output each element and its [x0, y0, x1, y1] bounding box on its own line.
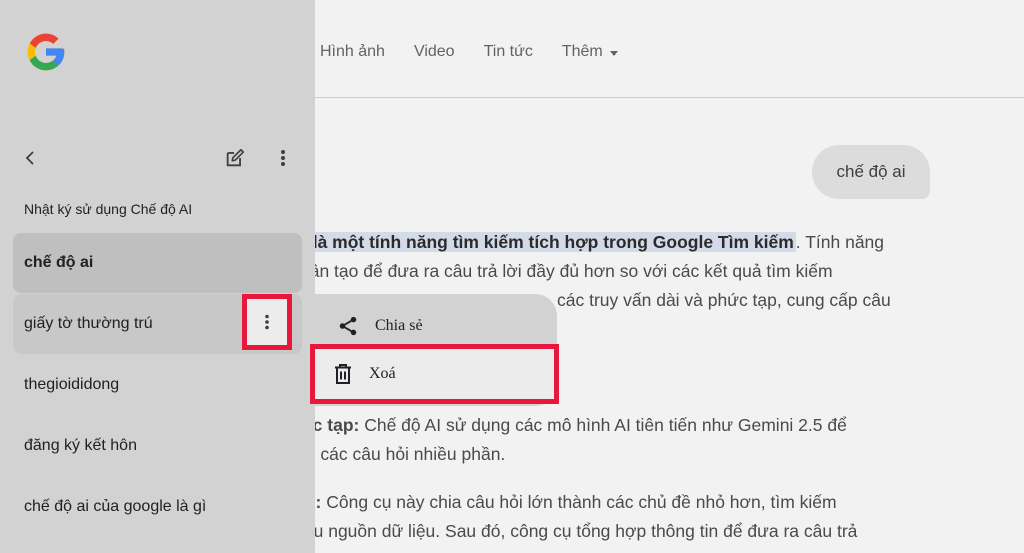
history-item-3[interactable]: thegioididong [13, 355, 302, 415]
delete-menu-item[interactable]: Xoá [310, 344, 559, 404]
trash-icon [331, 362, 355, 386]
answer-text: Công cụ này chia câu hỏi lớn thành các c… [321, 492, 837, 512]
answer-line: rõ các câu hỏi nhiều phần. [300, 444, 506, 464]
history-item-1[interactable]: chế độ ai [13, 233, 302, 293]
caret-down-icon [609, 50, 618, 56]
answer-line: iều nguồn dữ liệu. Sau đó, công cụ tổng … [300, 521, 858, 541]
tab-images[interactable]: Hình ảnh [320, 43, 385, 61]
history-title: Nhật ký sử dụng Chế độ AI [24, 201, 193, 217]
chevron-left-icon [25, 151, 34, 165]
answer-line-1: ) là một tính năng tìm kiếm tích hợp tro… [300, 228, 940, 257]
answer-text: . Tính năng [795, 232, 885, 252]
user-query-bubble: chế độ ai [812, 145, 930, 199]
answer-line-2: hân tạo để đưa ra câu trả lời đầy đủ hơn… [300, 261, 833, 281]
back-button[interactable] [18, 146, 42, 170]
history-item-label: chế độ ai của google là gì [24, 498, 207, 515]
more-vertical-icon [265, 314, 269, 330]
tab-news[interactable]: Tin tức [484, 43, 533, 61]
history-item-menu: Chia sẻ Xoá [310, 294, 559, 406]
answer-text: Chế độ AI sử dụng các mô hình AI tiên ti… [359, 415, 847, 435]
share-menu-item[interactable]: Chia sẻ [315, 304, 557, 348]
more-vertical-icon [281, 150, 285, 166]
new-chat-button[interactable] [222, 145, 248, 171]
share-label: Chia sẻ [375, 317, 423, 334]
history-item-label: giấy tờ thường trú [24, 315, 153, 332]
history-item-more-button[interactable] [242, 294, 292, 350]
history-item-4[interactable]: đăng ký kết hôn [13, 416, 302, 476]
share-icon [336, 314, 360, 338]
edit-icon [226, 148, 245, 167]
google-logo-icon[interactable] [24, 30, 68, 74]
tab-video[interactable]: Video [414, 43, 455, 61]
history-list: chế độ ai giấy tờ thường trú thegioidido… [13, 233, 302, 538]
history-item-5[interactable]: chế độ ai của google là gì [13, 477, 302, 537]
history-item-label: chế độ ai [24, 254, 94, 271]
answer-paragraph-2: ức tạp: Chế độ AI sử dụng các mô hình AI… [300, 411, 847, 469]
sidebar-more-button[interactable] [271, 145, 295, 171]
history-item-label: thegioididong [24, 376, 120, 393]
divider [315, 97, 1024, 98]
answer-line: ức tạp: Chế độ AI sử dụng các mô hình AI… [300, 411, 847, 440]
answer-highlight: là một tính năng tìm kiếm tích hợp trong… [310, 232, 796, 252]
history-item-2[interactable]: giấy tờ thường trú [13, 294, 302, 354]
history-item-label: đăng ký kết hôn [24, 437, 137, 454]
top-navigation: Hình ảnh Video Tin tức Thêm [320, 40, 647, 64]
answer-paragraph-3: in: Công cụ này chia câu hỏi lớn thành c… [300, 488, 857, 546]
answer-line: in: Công cụ này chia câu hỏi lớn thành c… [300, 488, 857, 517]
tab-more-label: Thêm [561, 43, 603, 60]
delete-label: Xoá [369, 365, 396, 382]
history-sidebar: Nhật ký sử dụng Chế độ AI chế độ ai giấy… [0, 0, 315, 553]
tab-more[interactable]: Thêm [562, 43, 618, 61]
